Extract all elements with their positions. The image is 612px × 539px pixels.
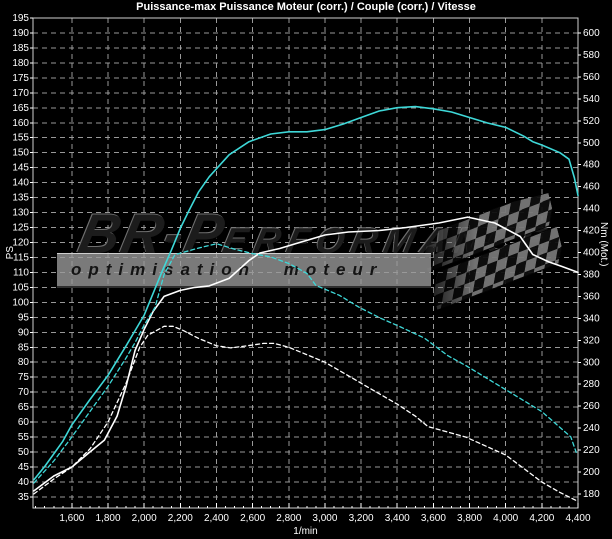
y-axis-left-label: PS (5, 246, 16, 259)
chart-series-curves (0, 0, 612, 539)
x-axis-label: 1/min (33, 526, 578, 537)
y-axis-right-label: Nm (Mot.) (598, 222, 609, 266)
dyno-chart-window: Puissance-max Puissance Moteur (corr.) /… (0, 0, 612, 539)
